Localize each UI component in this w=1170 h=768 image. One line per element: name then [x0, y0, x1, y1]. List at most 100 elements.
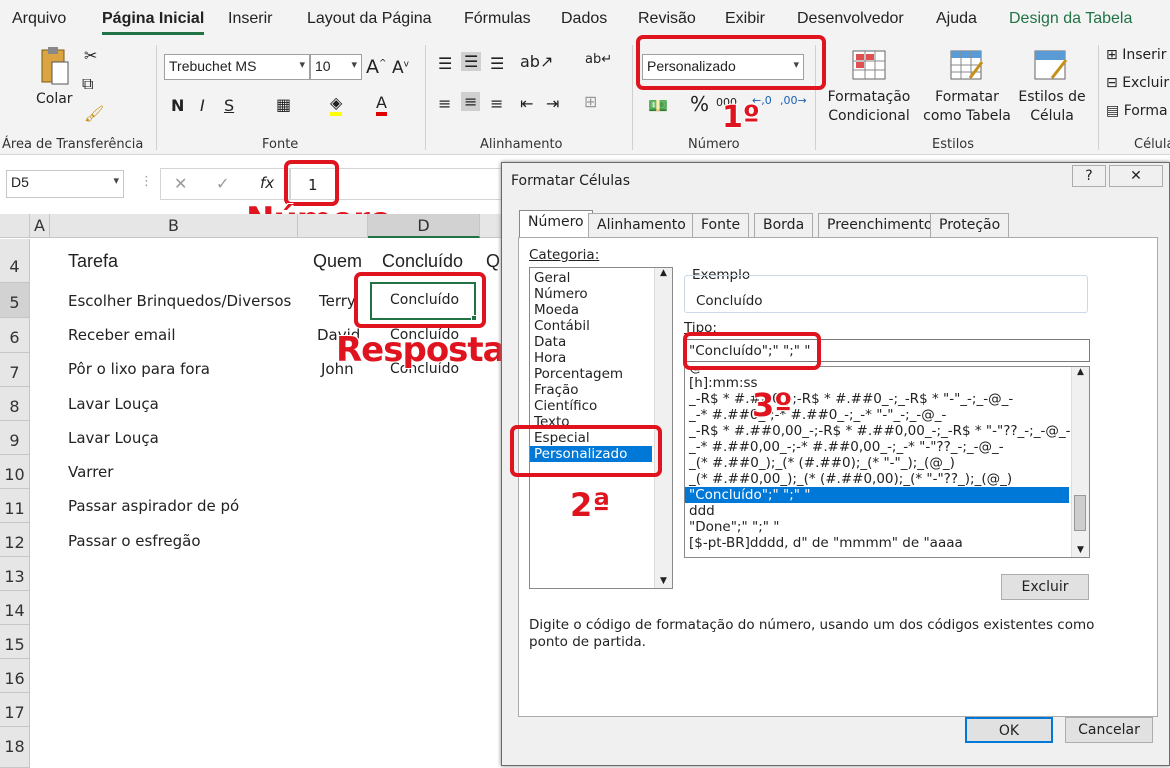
type-item[interactable]: ddd	[685, 503, 1089, 519]
font-color-icon[interactable]: A	[376, 94, 387, 116]
align-middle-icon[interactable]: ☰	[461, 52, 482, 71]
cancel-button[interactable]: Cancelar	[1065, 717, 1153, 743]
type-item[interactable]: "Done";" ";" "	[685, 519, 1089, 535]
scroll-up-icon[interactable]: ▲	[655, 268, 672, 278]
task-cell[interactable]: Passar o esfregão	[68, 532, 201, 550]
task-cell[interactable]: Receber email	[68, 326, 176, 344]
row-header[interactable]: 14	[0, 591, 30, 625]
row-header[interactable]: 17	[0, 693, 30, 727]
tab-ajuda[interactable]: Ajuda	[936, 10, 977, 28]
name-box[interactable]: D5 ▾	[6, 170, 124, 198]
column-header-a[interactable]: A	[30, 214, 50, 238]
task-cell[interactable]: Lavar Louça	[68, 395, 159, 413]
row-header[interactable]: 8	[0, 387, 30, 421]
row-header[interactable]: 7	[0, 353, 30, 387]
row-header[interactable]: 16	[0, 659, 30, 693]
fill-color-icon[interactable]: ◈	[330, 94, 343, 116]
delete-cells-button[interactable]: ⊟ Excluir	[1106, 74, 1169, 93]
tab-desenvolvedor[interactable]: Desenvolvedor	[797, 10, 904, 28]
category-item[interactable]: Data	[530, 334, 672, 350]
category-item[interactable]: Moeda	[530, 302, 672, 318]
shrink-font-icon[interactable]: Av	[392, 58, 409, 78]
dialog-tab-numero[interactable]: Número	[519, 210, 593, 238]
row-header[interactable]: 5	[0, 283, 30, 318]
category-item[interactable]: Hora	[530, 350, 672, 366]
font-name-combo[interactable]: Trebuchet MS ▾	[164, 54, 310, 80]
row-header[interactable]: 11	[0, 489, 30, 523]
decrease-decimal-icon[interactable]: ,00→	[780, 94, 807, 107]
category-item[interactable]: Geral	[530, 270, 672, 286]
conditional-format-icon[interactable]	[852, 50, 886, 80]
scroll-up-icon[interactable]: ▲	[1072, 367, 1089, 377]
dialog-tab-alinhamento[interactable]: Alinhamento	[588, 213, 695, 237]
bold-button[interactable]: N	[171, 96, 184, 115]
copy-icon[interactable]: ⧉	[82, 74, 93, 94]
paste-label[interactable]: Colar	[36, 90, 73, 109]
select-all[interactable]	[0, 214, 30, 238]
grow-font-icon[interactable]: A^	[366, 56, 387, 78]
column-header-d[interactable]: D	[368, 214, 480, 238]
wrap-text-icon[interactable]: ab↵	[585, 52, 612, 67]
dialog-tab-fonte[interactable]: Fonte	[692, 213, 750, 237]
paste-icon[interactable]	[38, 46, 72, 90]
type-item[interactable]: _-R$ * #.##0,00_-;-R$ * #.##0,00_-;_-R$ …	[685, 423, 1089, 439]
type-item[interactable]: _-* #.##0_-;-* #.##0_-;_-* "-"_-;_-@_-	[685, 407, 1089, 423]
tab-formulas[interactable]: Fórmulas	[464, 10, 531, 28]
task-cell[interactable]: Escolher Brinquedos/Diversos	[68, 292, 291, 310]
category-item[interactable]: Científico	[530, 398, 672, 414]
italic-button[interactable]: I	[200, 96, 205, 115]
tab-arquivo[interactable]: Arquivo	[12, 10, 66, 28]
help-button[interactable]: ?	[1072, 165, 1106, 187]
insert-function-button[interactable]: fx	[260, 174, 274, 192]
task-cell[interactable]: Lavar Louça	[68, 429, 159, 447]
scroll-down-icon[interactable]: ▼	[655, 576, 672, 586]
row-header[interactable]: 10	[0, 455, 30, 489]
align-bottom-icon[interactable]: ☰	[490, 54, 504, 73]
tab-design-tabela[interactable]: Design da Tabela	[1009, 10, 1132, 28]
orientation-icon[interactable]: ab↗	[520, 52, 553, 71]
dialog-tab-protecao[interactable]: Proteção	[930, 213, 1010, 237]
align-right-icon[interactable]: ≡	[490, 94, 503, 113]
cell-styles-icon[interactable]	[1034, 50, 1068, 82]
header-q[interactable]: Q	[486, 251, 500, 272]
who-cell[interactable]: Terry	[319, 292, 356, 310]
category-item[interactable]: Contábil	[530, 318, 672, 334]
enter-icon[interactable]: ✓	[216, 174, 229, 193]
underline-button[interactable]: S	[224, 96, 234, 115]
tab-pagina-inicial[interactable]: Página Inicial	[102, 10, 205, 35]
column-header-c[interactable]	[298, 214, 368, 238]
percent-button[interactable]: %	[690, 92, 709, 116]
scroll-down-icon[interactable]: ▼	[1072, 545, 1089, 555]
task-cell[interactable]: Varrer	[68, 463, 113, 481]
row-header[interactable]: 4	[0, 239, 30, 283]
task-cell[interactable]: Pôr o lixo para fora	[68, 360, 210, 378]
tab-exibir[interactable]: Exibir	[725, 10, 765, 28]
category-item[interactable]: Porcentagem	[530, 366, 672, 382]
type-item[interactable]: _-* #.##0,00_-;-* #.##0,00_-;_-* "-"??_-…	[685, 439, 1089, 455]
type-item[interactable]: _(* #.##0,00_);_(* (#.##0,00);_(* "-"??_…	[685, 471, 1089, 487]
column-header-b[interactable]: B	[50, 214, 298, 238]
row-header[interactable]: 9	[0, 421, 30, 455]
type-item[interactable]: [$-pt-BR]dddd, d" de "mmmm" de "aaaa	[685, 535, 1089, 551]
font-size-combo[interactable]: 10 ▾	[310, 54, 362, 80]
type-scrollbar[interactable]: ▲ ▼	[1071, 367, 1089, 557]
cell-styles-button[interactable]: Estilos de Célula	[1018, 88, 1086, 126]
type-item[interactable]: _-R$ * #.##0_-;-R$ * #.##0_-;_-R$ * "-"_…	[685, 391, 1089, 407]
align-left-icon[interactable]: ≡	[438, 94, 451, 113]
close-button[interactable]: ✕	[1109, 165, 1163, 187]
ok-button[interactable]: OK	[965, 717, 1053, 743]
type-item[interactable]: [h]:mm:ss	[685, 375, 1089, 391]
insert-cells-button[interactable]: ⊞ Inserir	[1106, 46, 1167, 65]
format-as-table-icon[interactable]	[950, 50, 984, 82]
cut-icon[interactable]: ✂	[84, 46, 97, 65]
align-center-icon[interactable]: ≡	[461, 92, 481, 111]
column-header-e[interactable]	[480, 214, 502, 238]
dialog-tab-borda[interactable]: Borda	[754, 213, 814, 237]
row-header[interactable]: 15	[0, 625, 30, 659]
currency-icon[interactable]: 💵	[648, 96, 668, 115]
row-header[interactable]: 12	[0, 523, 30, 557]
header-concluido[interactable]: Concluído	[382, 251, 463, 272]
format-cells-button[interactable]: ▤ Forma	[1106, 102, 1168, 121]
type-item[interactable]: _(* #.##0_);_(* (#.##0);_(* "-"_);_(@_)	[685, 455, 1089, 471]
header-quem[interactable]: Quem	[313, 251, 362, 272]
